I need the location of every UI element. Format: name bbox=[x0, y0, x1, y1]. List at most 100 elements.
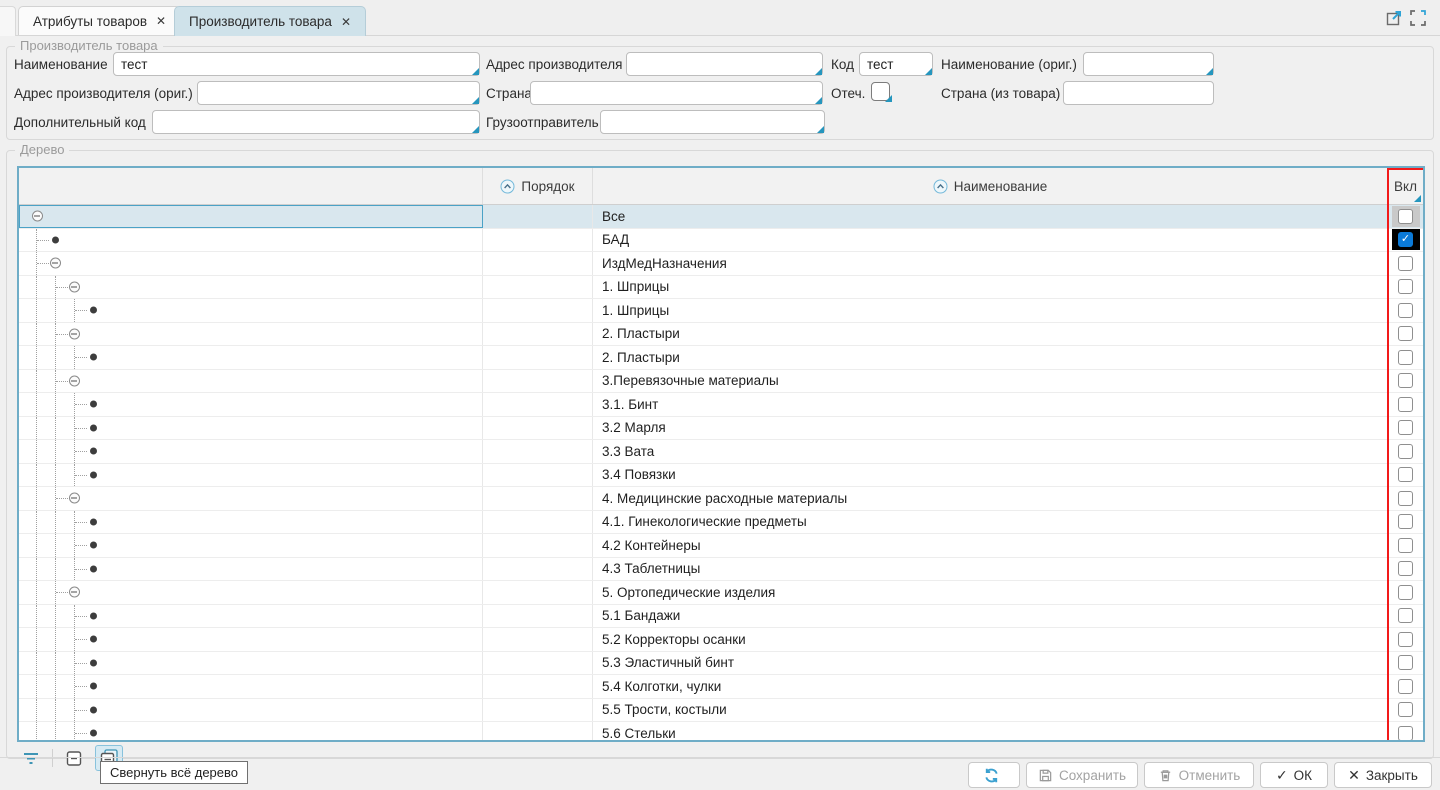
tree-row[interactable]: 4. Медицинские расходные материалы bbox=[19, 487, 1423, 511]
tree-node-cell[interactable] bbox=[19, 370, 483, 393]
tree-row[interactable]: Все bbox=[19, 205, 1423, 229]
enabled-checkbox[interactable] bbox=[1398, 608, 1413, 623]
tree-node-cell[interactable] bbox=[19, 299, 483, 322]
enabled-checkbox[interactable] bbox=[1398, 561, 1413, 576]
name-cell[interactable]: 5.6 Стельки bbox=[593, 722, 1388, 742]
enabled-checkbox[interactable] bbox=[1398, 256, 1413, 271]
name-cell[interactable]: 5.4 Колготки, чулки bbox=[593, 675, 1388, 698]
name-cell[interactable]: 4.2 Контейнеры bbox=[593, 534, 1388, 557]
order-cell[interactable] bbox=[483, 393, 593, 416]
order-cell[interactable] bbox=[483, 628, 593, 651]
name-cell[interactable]: Все bbox=[593, 205, 1388, 228]
code-input[interactable] bbox=[859, 52, 933, 76]
name-cell[interactable]: 2. Пластыри bbox=[593, 346, 1388, 369]
order-cell[interactable] bbox=[483, 511, 593, 534]
order-cell[interactable] bbox=[483, 722, 593, 742]
enabled-checkbox[interactable] bbox=[1398, 514, 1413, 529]
save-button[interactable]: Сохранить bbox=[1026, 762, 1138, 788]
enabled-checkbox[interactable] bbox=[1398, 279, 1413, 294]
enabled-checkbox[interactable] bbox=[1398, 655, 1413, 670]
tree-node-cell[interactable] bbox=[19, 464, 483, 487]
name-cell[interactable]: 2. Пластыри bbox=[593, 323, 1388, 346]
tree-row[interactable]: 1. Шприцы bbox=[19, 299, 1423, 323]
name-cell[interactable]: 3.Перевязочные материалы bbox=[593, 370, 1388, 393]
tree-node-cell[interactable] bbox=[19, 229, 483, 252]
tree-node-cell[interactable] bbox=[19, 276, 483, 299]
enabled-checkbox[interactable] bbox=[1398, 491, 1413, 506]
collapse-node-icon[interactable] bbox=[32, 211, 43, 222]
order-cell[interactable] bbox=[483, 440, 593, 463]
open-in-window-icon[interactable] bbox=[1384, 8, 1404, 28]
name-cell[interactable]: БАД bbox=[593, 229, 1388, 252]
close-button[interactable]: ✕ Закрыть bbox=[1334, 762, 1432, 788]
enabled-checkbox[interactable] bbox=[1398, 420, 1413, 435]
tab-product-attributes[interactable]: Атрибуты товаров ✕ bbox=[18, 6, 181, 35]
tree-node-cell[interactable] bbox=[19, 511, 483, 534]
sort-asc-icon[interactable] bbox=[933, 179, 948, 194]
enabled-checkbox[interactable] bbox=[1398, 726, 1413, 741]
enabled-checkbox[interactable]: ✓ bbox=[1398, 232, 1413, 247]
tree-row[interactable]: 2. Пластыри bbox=[19, 323, 1423, 347]
tree-row[interactable]: 5.5 Трости, костыли bbox=[19, 699, 1423, 723]
tree-row[interactable]: 2. Пластыри bbox=[19, 346, 1423, 370]
tree-row[interactable]: 5.6 Стельки bbox=[19, 722, 1423, 742]
tree-row[interactable]: ИздМедНазначения bbox=[19, 252, 1423, 276]
tree-row[interactable]: БАД ✓ bbox=[19, 229, 1423, 253]
refresh-button[interactable] bbox=[968, 762, 1020, 788]
tree-node-cell[interactable] bbox=[19, 699, 483, 722]
sort-asc-icon[interactable] bbox=[500, 179, 515, 194]
consignor-input[interactable] bbox=[600, 110, 825, 134]
tree-node-cell[interactable] bbox=[19, 534, 483, 557]
enabled-checkbox[interactable] bbox=[1398, 397, 1413, 412]
collapse-node-icon[interactable] bbox=[60, 745, 88, 771]
address-input[interactable] bbox=[626, 52, 823, 76]
tree-row[interactable]: 5. Ортопедические изделия bbox=[19, 581, 1423, 605]
extra-code-input[interactable] bbox=[152, 110, 480, 134]
collapse-node-icon[interactable] bbox=[69, 375, 80, 386]
enabled-checkbox[interactable] bbox=[1398, 444, 1413, 459]
tree-node-cell[interactable] bbox=[19, 605, 483, 628]
tree-node-cell[interactable] bbox=[19, 393, 483, 416]
tree-node-cell[interactable] bbox=[19, 628, 483, 651]
tree-row[interactable]: 3.Перевязочные материалы bbox=[19, 370, 1423, 394]
order-cell[interactable] bbox=[483, 276, 593, 299]
enabled-checkbox[interactable] bbox=[1398, 326, 1413, 341]
enabled-checkbox[interactable] bbox=[1398, 373, 1413, 388]
tree-row[interactable]: 5.4 Колготки, чулки bbox=[19, 675, 1423, 699]
name-cell[interactable]: 3.4 Повязки bbox=[593, 464, 1388, 487]
collapse-node-icon[interactable] bbox=[69, 493, 80, 504]
tab-product-manufacturer[interactable]: Производитель товара ✕ bbox=[174, 6, 366, 36]
tree-row[interactable]: 4.1. Гинекологические предметы bbox=[19, 511, 1423, 535]
collapse-node-icon[interactable] bbox=[69, 328, 80, 339]
name-cell[interactable]: 5.2 Корректоры осанки bbox=[593, 628, 1388, 651]
tree-node-cell[interactable] bbox=[19, 346, 483, 369]
name-cell[interactable]: 5.3 Эластичный бинт bbox=[593, 652, 1388, 675]
tree-node-cell[interactable] bbox=[19, 558, 483, 581]
order-cell[interactable] bbox=[483, 652, 593, 675]
order-cell[interactable] bbox=[483, 699, 593, 722]
address-orig-input[interactable] bbox=[197, 81, 480, 105]
name-cell[interactable]: 4.3 Таблетницы bbox=[593, 558, 1388, 581]
order-cell[interactable] bbox=[483, 299, 593, 322]
tree-node-cell[interactable] bbox=[19, 722, 483, 742]
tree-row[interactable]: 1. Шприцы bbox=[19, 276, 1423, 300]
name-column-header[interactable]: Наименование bbox=[593, 168, 1388, 204]
tree-node-cell[interactable] bbox=[19, 652, 483, 675]
order-cell[interactable] bbox=[483, 534, 593, 557]
tree-row[interactable]: 5.1 Бандажи bbox=[19, 605, 1423, 629]
order-cell[interactable] bbox=[483, 417, 593, 440]
cancel-button[interactable]: Отменить bbox=[1144, 762, 1254, 788]
enabled-checkbox[interactable] bbox=[1398, 585, 1413, 600]
tree-row[interactable]: 5.2 Корректоры осанки bbox=[19, 628, 1423, 652]
tree-row[interactable]: 4.3 Таблетницы bbox=[19, 558, 1423, 582]
tree-row[interactable]: 3.3 Вата bbox=[19, 440, 1423, 464]
tree-node-cell[interactable] bbox=[19, 581, 483, 604]
order-cell[interactable] bbox=[483, 323, 593, 346]
name-cell[interactable]: 4. Медицинские расходные материалы bbox=[593, 487, 1388, 510]
enabled-checkbox[interactable] bbox=[1398, 467, 1413, 482]
name-cell[interactable]: 3.3 Вата bbox=[593, 440, 1388, 463]
filter-icon[interactable] bbox=[17, 745, 45, 771]
country-from-item-input[interactable] bbox=[1063, 81, 1214, 105]
enabled-checkbox[interactable] bbox=[1398, 702, 1413, 717]
tree-node-cell[interactable] bbox=[19, 205, 483, 228]
